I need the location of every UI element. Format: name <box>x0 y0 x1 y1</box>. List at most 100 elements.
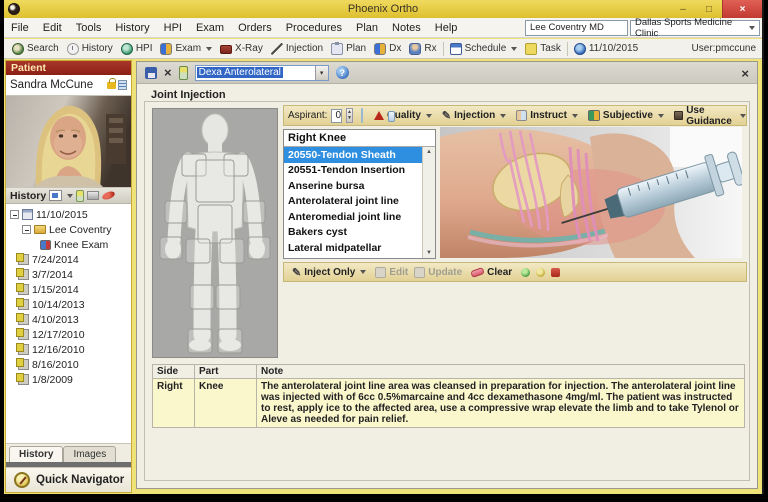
green-key-icon[interactable] <box>521 268 530 277</box>
menu-orders[interactable]: Orders <box>231 18 279 37</box>
injection-menu-label: Injection <box>454 110 495 121</box>
red-flag-icon[interactable] <box>551 268 560 277</box>
dx-button[interactable]: Dx <box>370 39 405 58</box>
clear-button[interactable]: Clear <box>468 267 515 278</box>
menu-edit[interactable]: Edit <box>36 18 69 37</box>
schedule-button[interactable]: Schedule <box>446 39 522 58</box>
menu-notes[interactable]: Notes <box>385 18 428 37</box>
help-icon[interactable]: ? <box>336 66 349 79</box>
tree-item-date[interactable]: 7/24/2014 <box>6 252 131 267</box>
yellow-key-icon[interactable] <box>536 268 545 277</box>
chevron-down-icon[interactable] <box>67 194 73 198</box>
list-item[interactable]: 20551-Tendon Insertion <box>284 163 435 179</box>
panel-close-icon[interactable]: × <box>741 66 749 81</box>
tree-item-provider[interactable]: Lee Coventry <box>6 222 131 237</box>
history-button[interactable]: History <box>63 39 117 58</box>
hpi-button[interactable]: HPI <box>117 39 157 58</box>
lock-battery-icon[interactable] <box>179 66 188 80</box>
edit-button[interactable]: Edit <box>375 267 408 278</box>
tree-item-date[interactable]: 3/7/2014 <box>6 267 131 282</box>
slider-thumb[interactable] <box>388 111 395 122</box>
list-item[interactable]: Bakers cyst <box>284 225 435 241</box>
minimize-button[interactable]: – <box>670 2 696 16</box>
instruct-button[interactable]: Instruct <box>513 110 581 121</box>
list-item[interactable]: Anserine bursa <box>284 178 435 194</box>
xray-button[interactable]: X-Ray <box>216 39 267 58</box>
use-guidance-button[interactable]: Use Guidance <box>671 105 749 127</box>
spin-down-icon[interactable]: ▼ <box>347 116 352 122</box>
list-item[interactable]: Lateral midpatellar <box>284 240 435 256</box>
task-label: Task <box>540 43 561 54</box>
menu-exam[interactable]: Exam <box>189 18 231 37</box>
tree-label: 7/24/2014 <box>32 254 79 266</box>
list-scrollbar[interactable]: ▲ ▼ <box>422 147 435 258</box>
list-item[interactable]: Anteromedial joint line <box>284 209 435 225</box>
list-item[interactable]: Medial collateral ligament <box>284 256 435 260</box>
plan-button[interactable]: Plan <box>327 39 370 58</box>
clinic-select[interactable]: Dallas Sports Medicine Clinic <box>630 20 760 36</box>
injection-button[interactable]: Injection <box>267 39 327 58</box>
quality-button[interactable]: Quality <box>371 110 435 121</box>
provider-field[interactable]: Lee Coventry MD <box>525 20 628 36</box>
scroll-up-icon[interactable]: ▲ <box>426 149 432 155</box>
delete-icon[interactable]: × <box>164 66 172 79</box>
red-pen-icon[interactable] <box>101 190 116 201</box>
menu-help[interactable]: Help <box>428 18 465 37</box>
aspirant-input[interactable]: 0 <box>331 109 342 123</box>
quick-navigator-label: Quick Navigator <box>36 474 124 486</box>
tree-item-exam[interactable]: Knee Exam <box>6 237 131 252</box>
patient-panel-header: Patient <box>6 61 131 75</box>
menu-hpi[interactable]: HPI <box>157 18 189 37</box>
exam-button[interactable]: Exam <box>156 39 216 58</box>
menu-procedures[interactable]: Procedures <box>279 18 349 37</box>
tree-item-visit[interactable]: 11/10/2015 <box>6 207 131 222</box>
tree-item-date[interactable]: 4/10/2013 <box>6 312 131 327</box>
tree-view-icon[interactable] <box>49 190 62 201</box>
rx-button[interactable]: Rx <box>405 39 440 58</box>
menu-file[interactable]: File <box>4 18 36 37</box>
tab-images[interactable]: Images <box>63 446 116 462</box>
chevron-down-icon <box>511 47 517 51</box>
tree-item-date[interactable]: 10/14/2013 <box>6 297 131 312</box>
list-item[interactable]: Anterolateral joint line <box>284 194 435 210</box>
task-button[interactable]: Task <box>521 39 565 58</box>
tree-item-date[interactable]: 8/16/2010 <box>6 357 131 372</box>
menu-plan[interactable]: Plan <box>349 18 385 37</box>
dose-slider[interactable] <box>361 108 363 123</box>
maximize-button[interactable]: □ <box>696 2 722 16</box>
template-combobox[interactable]: Dexa Anterolateral ▾ <box>195 65 329 81</box>
printer-icon[interactable] <box>87 191 99 200</box>
battery-icon[interactable] <box>76 190 84 202</box>
dx-label: Dx <box>389 43 401 54</box>
list-item[interactable]: 20550-Tendon Sheath <box>284 147 435 163</box>
search-button[interactable]: Search <box>8 39 63 58</box>
patient-photo[interactable] <box>6 96 131 188</box>
patient-name-row[interactable]: Sandra McCune <box>6 75 131 96</box>
tree-item-date[interactable]: 1/15/2014 <box>6 282 131 297</box>
tree-item-date[interactable]: 1/8/2009 <box>6 372 131 387</box>
inject-only-button[interactable]: ✎ Inject Only <box>289 266 369 279</box>
cell-side: Right <box>153 379 195 428</box>
combo-dropdown-button[interactable]: ▾ <box>315 66 328 80</box>
table-row[interactable]: Right Knee The anterolateral joint line … <box>153 379 745 428</box>
tree-label: 12/16/2010 <box>32 344 85 356</box>
injection-menu-button[interactable]: ✎ Injection <box>439 109 509 122</box>
chevron-down-icon <box>740 114 746 118</box>
tree-item-date[interactable]: 12/16/2010 <box>6 342 131 357</box>
toolbar-date[interactable]: 11/10/2015 <box>570 39 642 58</box>
edit-label: Edit <box>389 267 408 278</box>
collapse-icon[interactable] <box>22 225 31 234</box>
tree-item-date[interactable]: 12/17/2010 <box>6 327 131 342</box>
save-icon[interactable] <box>145 67 157 79</box>
menu-history[interactable]: History <box>108 18 156 37</box>
menu-tools[interactable]: Tools <box>69 18 109 37</box>
body-diagram[interactable] <box>152 108 278 358</box>
aspirant-stepper[interactable]: ▲ ▼ <box>346 108 353 123</box>
quick-navigator-button[interactable]: Quick Navigator <box>6 467 131 492</box>
subjective-button[interactable]: Subjective <box>585 110 667 121</box>
tab-history[interactable]: History <box>9 446 63 462</box>
close-button[interactable]: × <box>722 0 762 18</box>
update-button[interactable]: Update <box>414 267 462 278</box>
scroll-down-icon[interactable]: ▼ <box>426 250 432 256</box>
collapse-icon[interactable] <box>10 210 19 219</box>
